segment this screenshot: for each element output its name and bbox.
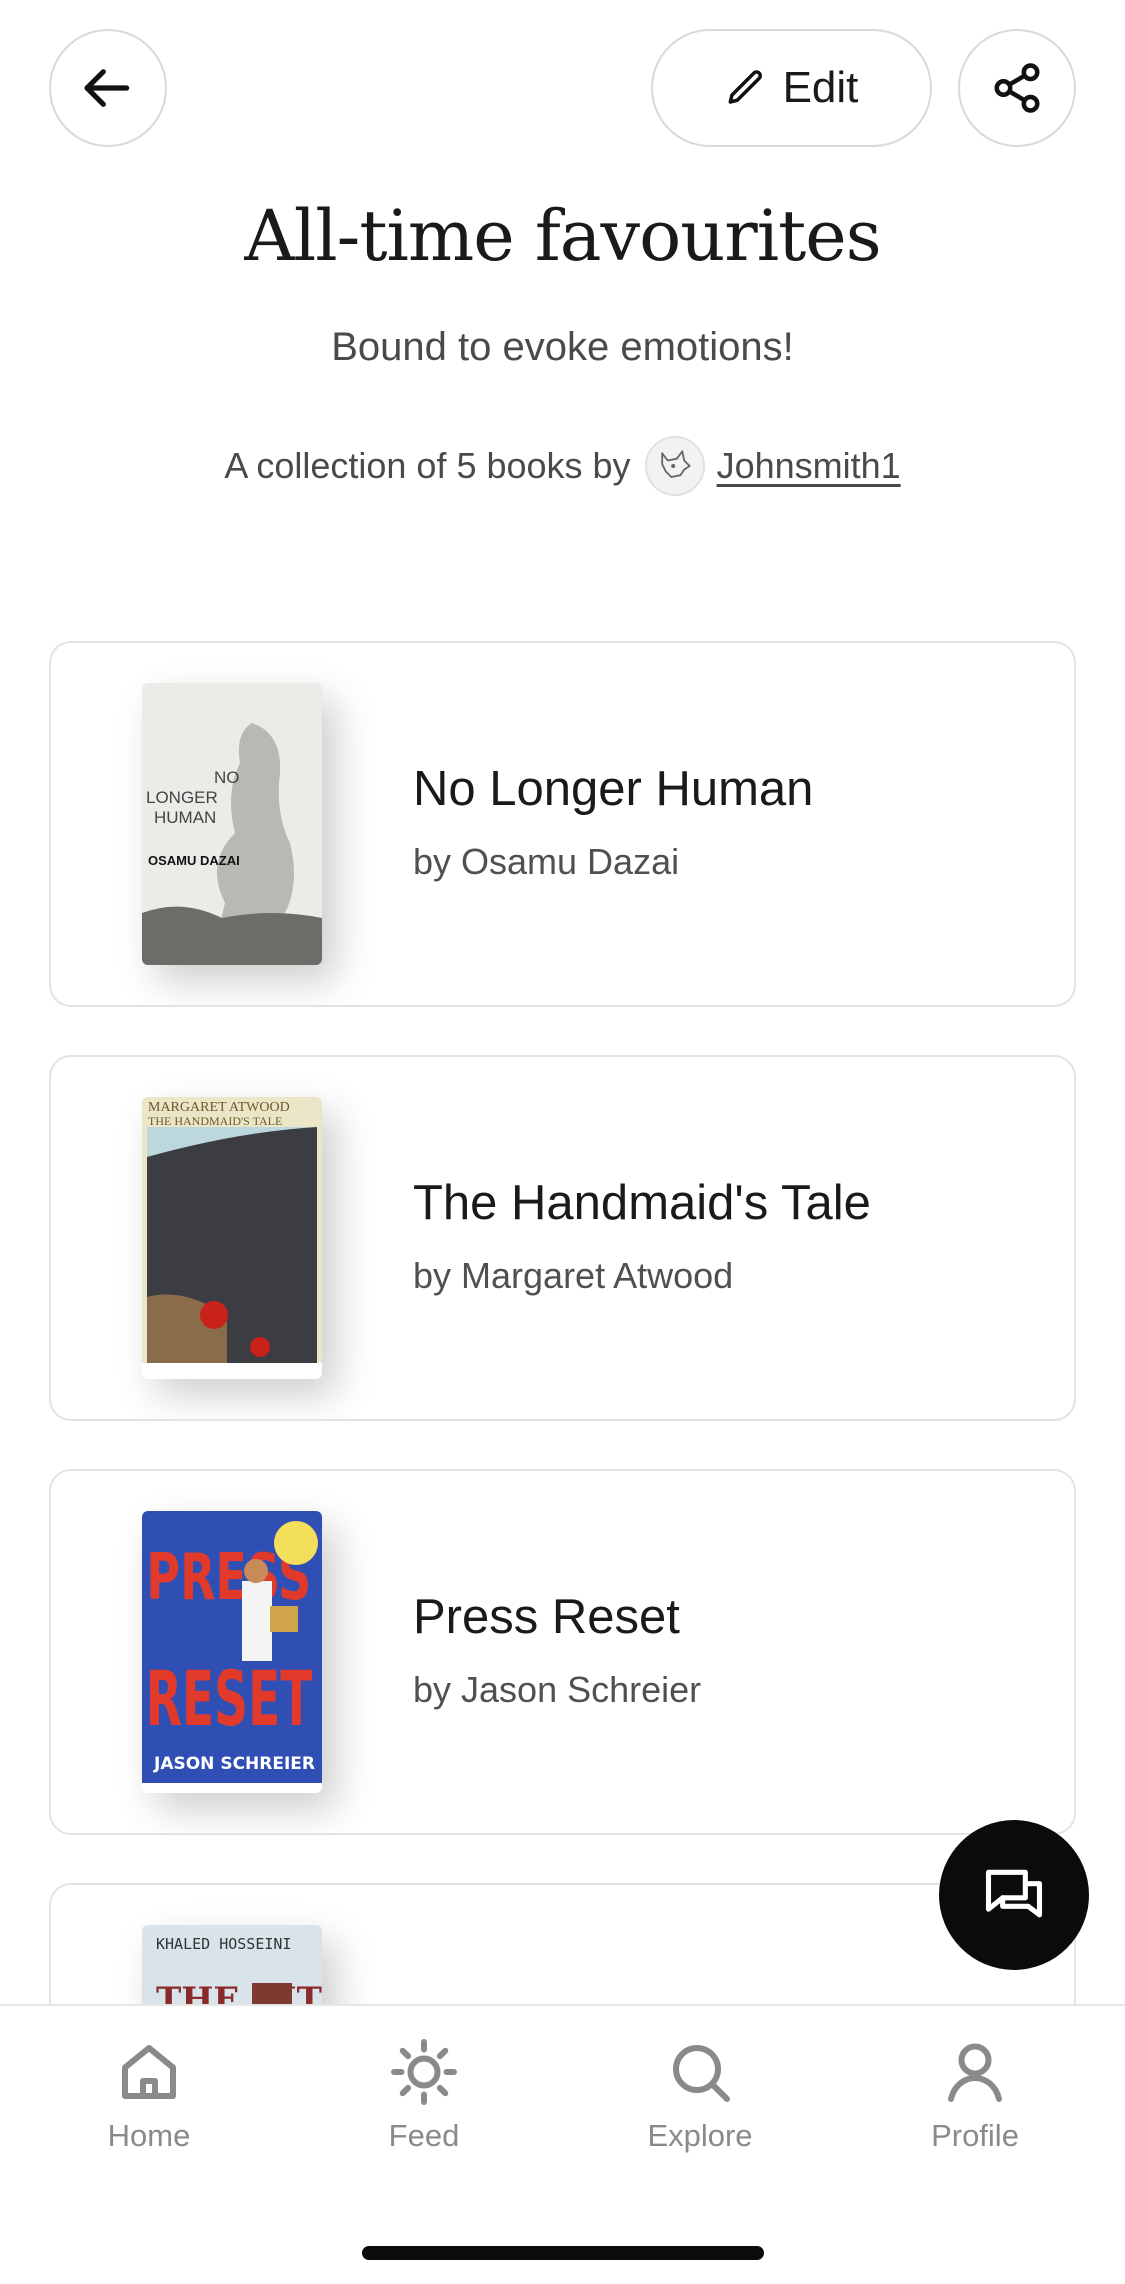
collection-byline: A collection of 5 books by Johnsmith1 [0,436,1125,496]
sun-icon [391,2039,457,2105]
book-card[interactable]: NO LONGER HUMAN OSAMU DAZAI No Longer Hu… [49,641,1076,1007]
cover-text: JASON SCHREIER [153,1754,315,1774]
cover-text: OSAMU DAZAI [148,853,240,868]
cover-text: RESET [146,1654,313,1743]
cover-text: HUMAN [154,808,216,827]
edit-label: Edit [782,63,859,112]
chat-button[interactable] [939,1820,1089,1970]
collection-subtitle: Bound to evoke emotions! [331,325,794,369]
book-cover: PRESS RESET JASON SCHREIER [142,1511,322,1793]
share-icon [994,63,1040,113]
tab-label: Home [107,2118,191,2153]
bottom-tab-bar: Home Feed Explore Profile [0,2004,1125,2284]
book-title: The Handmaid's Tale [413,1176,871,1230]
avatar[interactable] [644,436,705,496]
book-title: Press Reset [413,1590,680,1644]
chat-icon [985,1869,1043,1918]
cover-text: LONGER [146,788,218,807]
collection-title: All-time favourites [244,195,881,277]
username-link[interactable]: Johnsmith1 [717,445,901,487]
book-card[interactable]: MARGARET ATWOOD THE HANDMAID'S TALE The … [49,1055,1076,1421]
search-icon [673,2045,730,2102]
pencil-icon [728,70,762,104]
tab-profile[interactable]: Profile [875,2036,1075,2154]
tab-home[interactable]: Home [49,2036,249,2154]
book-author: by Margaret Atwood [413,1255,734,1296]
tab-label: Feed [388,2118,460,2153]
book-cover: NO LONGER HUMAN OSAMU DAZAI [142,683,322,965]
book-title: No Longer Human [413,762,814,816]
tab-feed[interactable]: Feed [324,2036,524,2154]
book-cover: MARGARET ATWOOD THE HANDMAID'S TALE [142,1097,322,1379]
book-author: by Jason Schreier [413,1669,702,1710]
home-indicator [362,2246,764,2260]
cover-text: THE HANDMAID'S TALE [148,1114,282,1128]
tab-explore[interactable]: Explore [600,2036,800,2154]
home-icon [122,2045,176,2099]
cover-text: NO [214,768,240,787]
arrow-left-icon [84,69,130,107]
person-icon [948,2043,1002,2102]
share-button[interactable] [958,29,1076,147]
edit-button[interactable]: Edit [651,29,932,147]
book-card[interactable]: PRESS RESET JASON SCHREIER Press Reset b… [49,1469,1076,1835]
dog-avatar-icon [660,450,691,478]
tab-label: Explore [647,2118,753,2153]
byline-text: A collection of 5 books by [224,445,631,486]
cover-text: MARGARET ATWOOD [148,1100,290,1115]
back-button[interactable] [49,29,167,147]
cover-text: KHALED HOSSEINI [156,1935,291,1953]
book-author: by Osamu Dazai [413,841,680,882]
tab-label: Profile [931,2118,1019,2153]
